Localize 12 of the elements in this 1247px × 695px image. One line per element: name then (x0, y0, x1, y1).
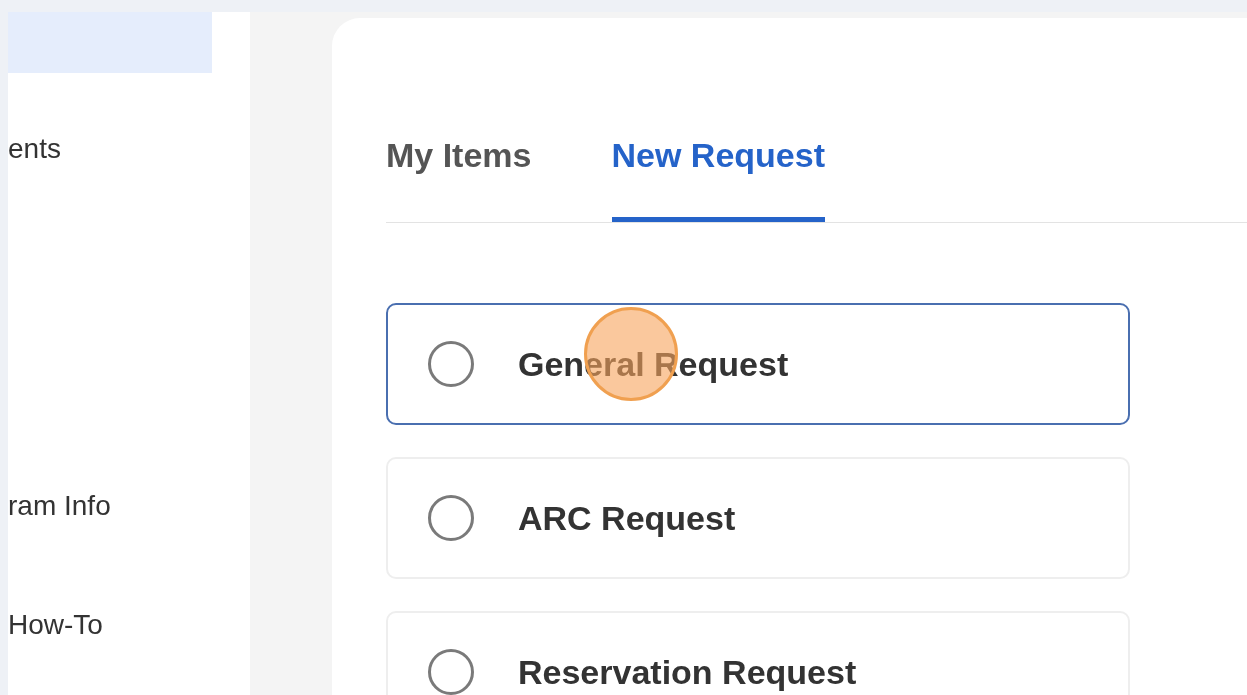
radio-button[interactable] (428, 495, 474, 541)
radio-button[interactable] (428, 341, 474, 387)
tab[interactable]: New Request (611, 130, 825, 222)
request-option[interactable]: ARC Request (386, 457, 1130, 579)
option-label: Reservation Request (518, 653, 857, 691)
sidebar-item[interactable]: How-To (8, 595, 212, 655)
option-label: ARC Request (518, 499, 736, 537)
radio-button[interactable] (428, 649, 474, 695)
request-option[interactable]: Reservation Request (386, 611, 1130, 695)
sidebar-item[interactable]: ents (8, 119, 212, 179)
sidebar-item[interactable]: ram Info (8, 476, 212, 536)
tab[interactable]: My Items (386, 130, 532, 222)
